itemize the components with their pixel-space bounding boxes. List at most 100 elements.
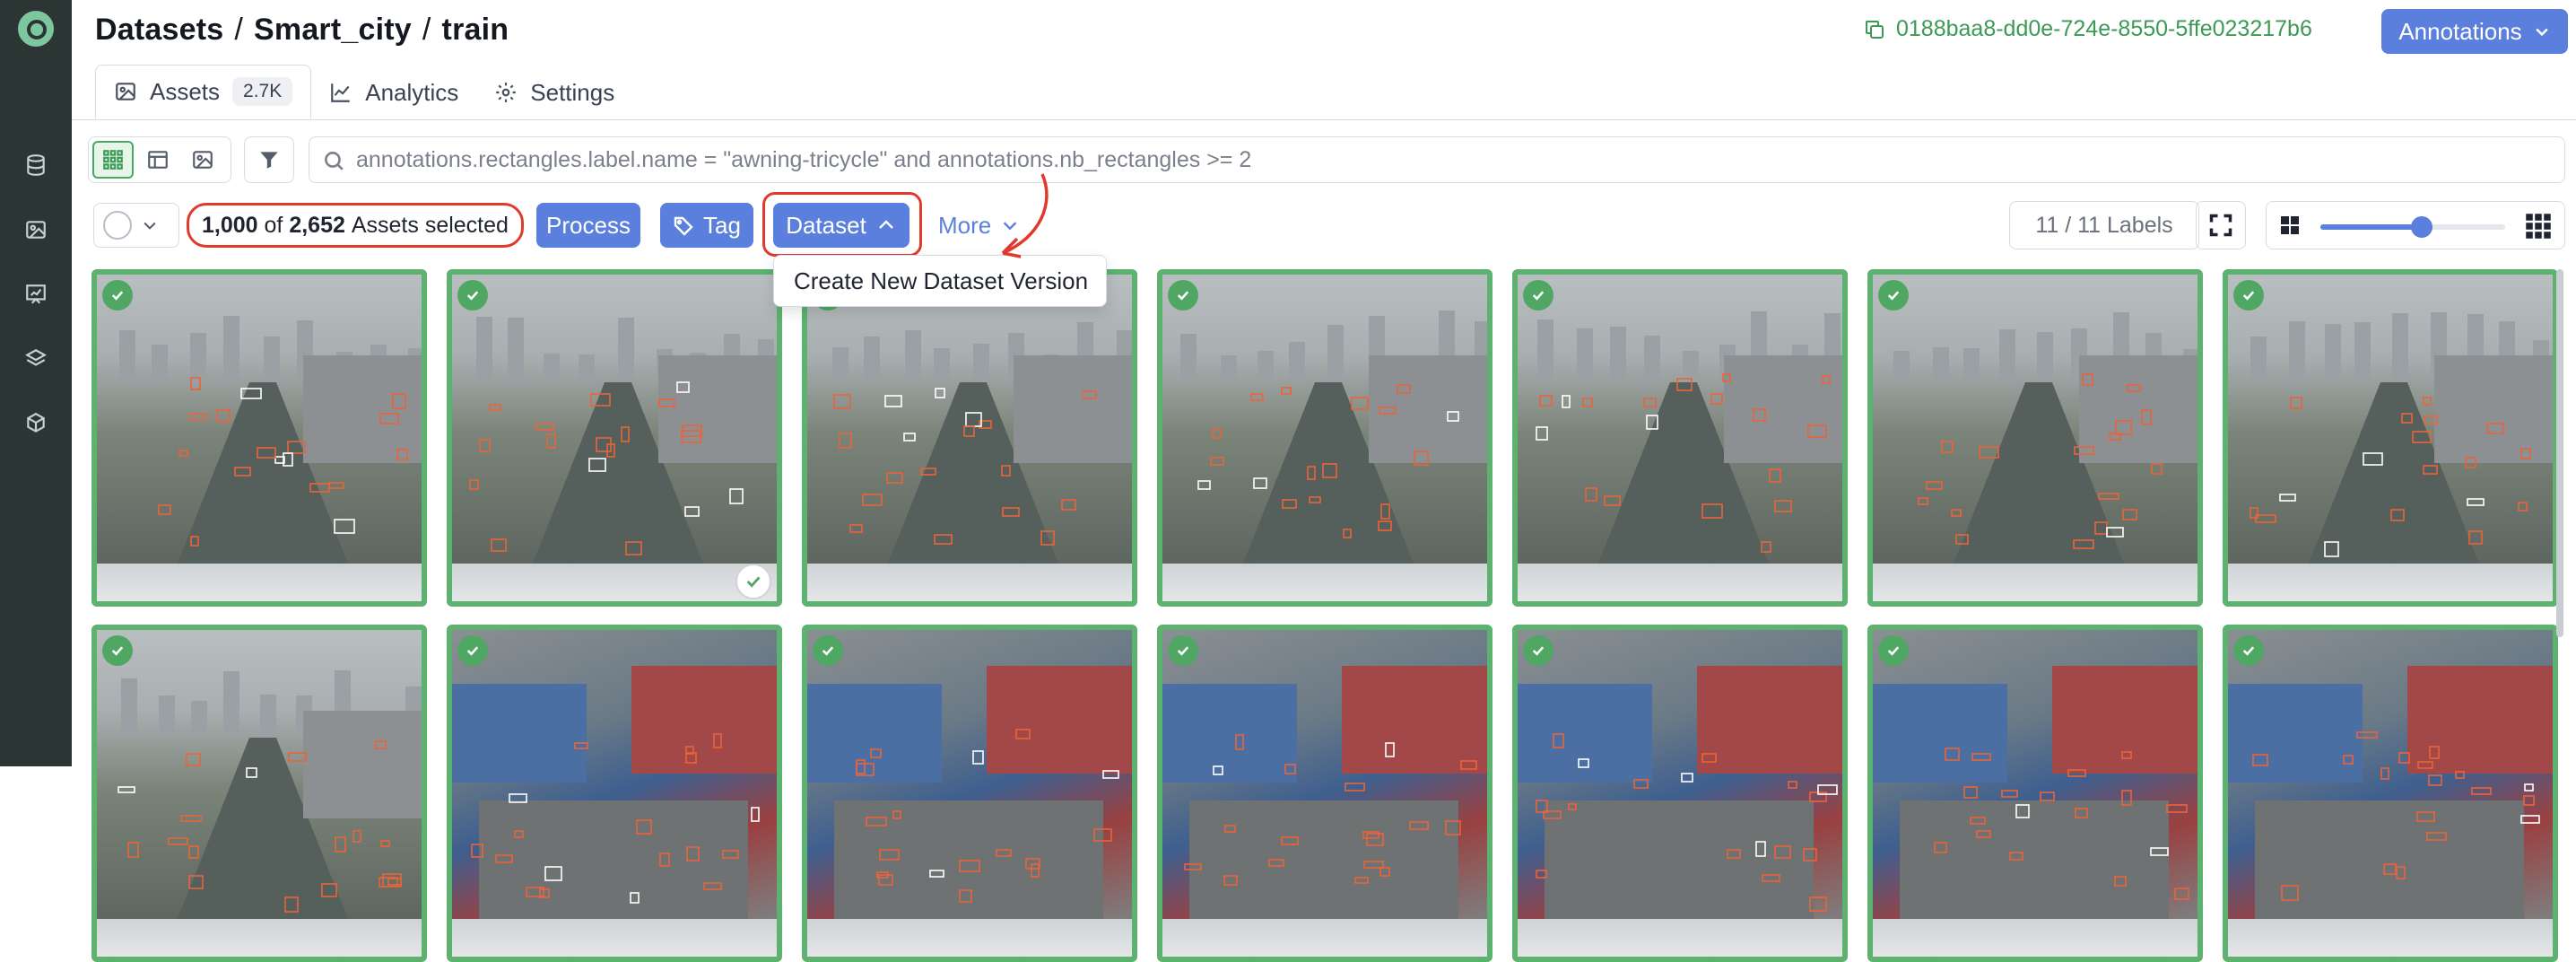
asset-thumbnail bbox=[97, 630, 422, 919]
asset-caption-strip bbox=[1162, 919, 1487, 957]
asset-thumbnail bbox=[807, 630, 1132, 919]
labels-count-button[interactable]: 11 / 11 Labels bbox=[2009, 201, 2199, 249]
annotation-board-icon[interactable] bbox=[22, 280, 50, 309]
selection-of: of bbox=[264, 212, 283, 238]
search-input[interactable] bbox=[356, 146, 2564, 173]
selection-suffix: Assets selected bbox=[351, 212, 509, 238]
tag-icon bbox=[674, 216, 693, 236]
asset-card[interactable] bbox=[1867, 625, 2203, 962]
zoom-track[interactable] bbox=[2320, 216, 2505, 238]
asset-card[interactable] bbox=[2223, 269, 2558, 607]
dataset-label: Dataset bbox=[786, 211, 866, 239]
table-view-button[interactable] bbox=[137, 141, 178, 179]
selected-check-icon[interactable] bbox=[1878, 280, 1909, 310]
asset-thumbnail bbox=[2228, 275, 2553, 564]
asset-card[interactable] bbox=[91, 269, 427, 607]
breadcrumb-train: train bbox=[441, 13, 509, 47]
selected-check-icon[interactable] bbox=[102, 280, 133, 310]
selected-check-icon[interactable] bbox=[813, 635, 843, 666]
dataset-button[interactable]: Dataset bbox=[773, 203, 909, 248]
menu-item-create-dataset-version[interactable]: Create New Dataset Version bbox=[794, 267, 1088, 295]
selected-check-icon[interactable] bbox=[457, 635, 488, 666]
tab-analytics[interactable]: Analytics bbox=[311, 65, 476, 120]
select-all-checkbox[interactable] bbox=[103, 211, 132, 240]
process-button[interactable]: Process bbox=[536, 203, 640, 248]
scrollbar[interactable] bbox=[2556, 269, 2563, 637]
grid-icon bbox=[103, 150, 123, 170]
asset-thumbnail bbox=[1162, 275, 1487, 564]
fullscreen-button[interactable] bbox=[2196, 201, 2246, 249]
grid-view-button[interactable] bbox=[92, 141, 134, 179]
selected-check-icon[interactable] bbox=[457, 280, 488, 310]
image-view-button[interactable] bbox=[182, 141, 223, 179]
image-icon bbox=[116, 83, 135, 101]
chevron-down-icon bbox=[144, 222, 156, 230]
asset-thumbnail bbox=[1873, 275, 2197, 564]
breadcrumb-smart-city[interactable]: Smart_city bbox=[254, 13, 412, 47]
asset-caption-strip bbox=[452, 564, 777, 601]
selected-check-icon[interactable] bbox=[102, 635, 133, 666]
selected-check-icon[interactable] bbox=[1523, 635, 1553, 666]
selected-check-icon[interactable] bbox=[2233, 635, 2264, 666]
asset-thumbnail bbox=[1518, 275, 1842, 564]
database-icon[interactable] bbox=[22, 151, 50, 179]
app-logo[interactable] bbox=[18, 11, 54, 47]
chart-line-icon bbox=[331, 83, 350, 102]
filter-button[interactable] bbox=[244, 136, 294, 183]
tab-assets[interactable]: Assets 2.7K bbox=[95, 65, 312, 120]
tabs: Assets 2.7K Analytics Settings bbox=[95, 65, 632, 120]
asset-card[interactable] bbox=[1867, 269, 2203, 607]
asset-card[interactable] bbox=[447, 625, 782, 962]
breadcrumb-datasets[interactable]: Datasets bbox=[95, 13, 223, 47]
asset-card[interactable] bbox=[447, 269, 782, 607]
large-thumbnails-icon[interactable] bbox=[2279, 214, 2301, 236]
gear-icon bbox=[496, 83, 517, 102]
asset-thumbnail bbox=[2228, 630, 2553, 919]
selected-check-icon[interactable] bbox=[2233, 280, 2264, 310]
asset-thumbnail bbox=[97, 275, 422, 564]
asset-caption-strip bbox=[97, 564, 422, 601]
search-bar[interactable] bbox=[309, 136, 2565, 183]
asset-card[interactable] bbox=[802, 625, 1137, 962]
asset-caption-strip bbox=[807, 564, 1132, 601]
image-icon[interactable] bbox=[22, 215, 50, 244]
breadcrumb: Datasets / Smart_city / train bbox=[95, 13, 509, 47]
zoom-handle[interactable] bbox=[2411, 216, 2433, 238]
selected-check-icon[interactable] bbox=[1168, 635, 1198, 666]
selected-check-icon[interactable] bbox=[1878, 635, 1909, 666]
dataset-id-text[interactable]: 0188baa8-dd0e-724e-8550-5ffe023217b6 bbox=[1896, 16, 2312, 42]
copy-icon[interactable] bbox=[1864, 19, 1885, 40]
tab-assets-label: Assets bbox=[150, 77, 221, 105]
selected-check-icon[interactable] bbox=[1523, 280, 1553, 310]
asset-caption-strip bbox=[807, 919, 1132, 957]
small-thumbnails-icon[interactable] bbox=[2525, 213, 2552, 240]
table-icon bbox=[148, 151, 168, 169]
asset-card[interactable] bbox=[2223, 625, 2558, 962]
asset-caption-strip bbox=[1873, 919, 2197, 957]
asset-card[interactable] bbox=[1512, 625, 1848, 962]
select-all-dropdown[interactable] bbox=[93, 203, 179, 248]
annotations-button[interactable]: Annotations bbox=[2381, 9, 2568, 54]
tag-button[interactable]: Tag bbox=[660, 203, 753, 248]
assets-count-badge: 2.7K bbox=[232, 77, 293, 106]
asset-card[interactable] bbox=[1157, 269, 1493, 607]
hover-check-icon[interactable] bbox=[735, 564, 771, 599]
tab-settings[interactable]: Settings bbox=[476, 65, 632, 120]
asset-card[interactable] bbox=[1512, 269, 1848, 607]
dataset-id[interactable]: 0188baa8-dd0e-724e-8550-5ffe023217b6 bbox=[1864, 16, 2312, 42]
fullscreen-icon bbox=[2209, 214, 2232, 237]
selected-check-icon[interactable] bbox=[1168, 280, 1198, 310]
layers-icon[interactable] bbox=[22, 345, 50, 373]
asset-card[interactable] bbox=[1157, 625, 1493, 962]
asset-thumbnail bbox=[1518, 630, 1842, 919]
tab-analytics-label: Analytics bbox=[365, 78, 459, 106]
thumbnail-size-slider bbox=[2266, 201, 2565, 249]
asset-card[interactable] bbox=[802, 269, 1137, 607]
asset-thumbnail bbox=[1162, 630, 1487, 919]
asset-thumbnail bbox=[452, 630, 777, 919]
asset-thumbnail bbox=[452, 275, 777, 564]
model-cube-icon[interactable] bbox=[22, 409, 50, 438]
chevron-up-icon bbox=[878, 220, 893, 229]
asset-caption-strip bbox=[452, 919, 777, 957]
asset-card[interactable] bbox=[91, 625, 427, 962]
